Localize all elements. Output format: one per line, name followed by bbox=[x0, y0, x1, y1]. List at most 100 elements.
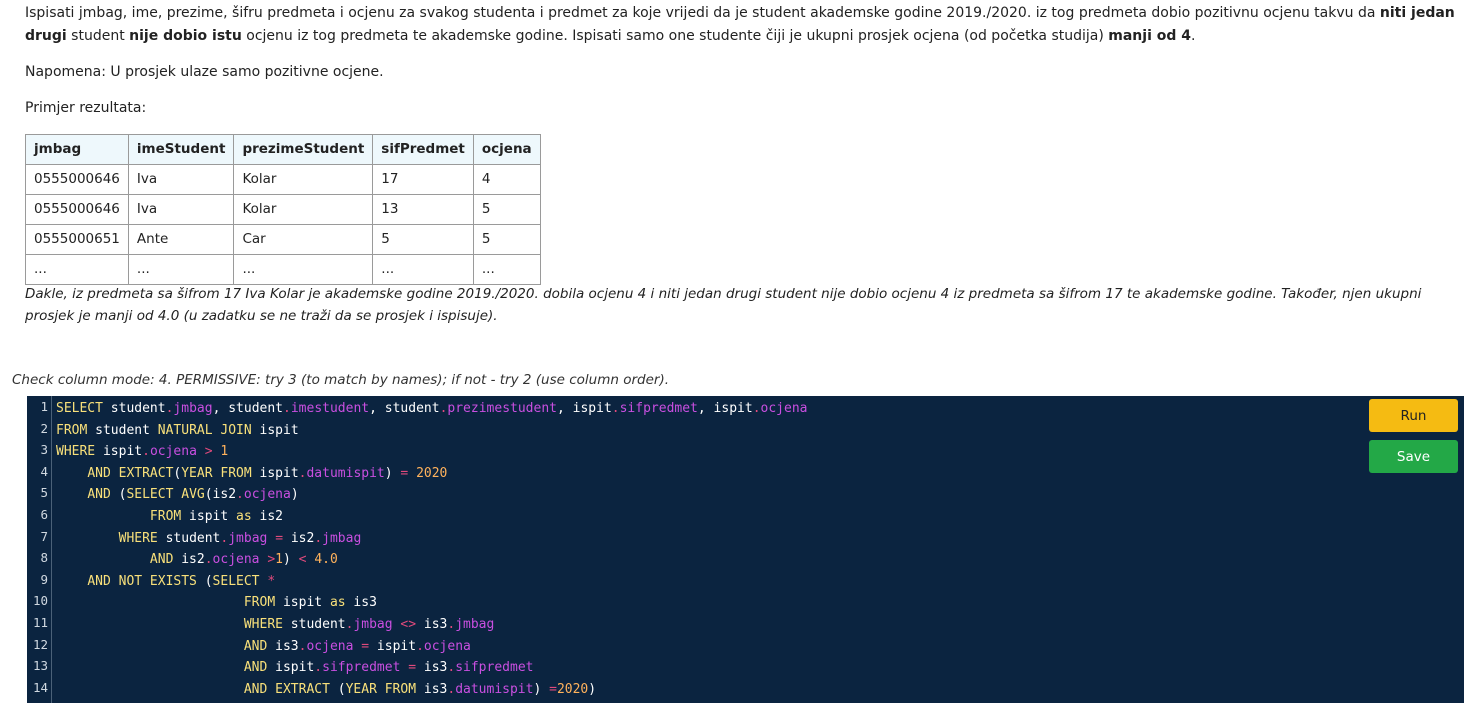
code-token: ispit bbox=[251, 465, 299, 481]
column-header-prezimeStudent: prezimeStudent bbox=[233, 134, 374, 165]
run-button[interactable]: Run bbox=[1369, 399, 1458, 432]
line-number: 9 bbox=[40, 571, 48, 587]
code-token: ocjena bbox=[760, 401, 808, 416]
code-token: ) bbox=[533, 681, 550, 697]
code-token: sifpredmet bbox=[619, 401, 698, 416]
code-line[interactable]: FROM ispit as is3 bbox=[56, 592, 807, 614]
code-token: * bbox=[267, 573, 276, 589]
code-token: AND bbox=[243, 660, 268, 676]
code-token: . bbox=[142, 444, 150, 460]
line-number: 11 bbox=[32, 614, 48, 630]
code-token: sifpredmet bbox=[322, 660, 401, 676]
code-token: = bbox=[361, 638, 370, 654]
table-cell: 0555000651 bbox=[25, 224, 129, 255]
code-token: 2020 bbox=[556, 681, 589, 697]
line-number: 1 bbox=[40, 399, 48, 414]
example-label: Primjer rezultata: bbox=[25, 100, 147, 116]
code-line[interactable]: FROM student NATURAL JOIN ispit bbox=[56, 420, 807, 442]
code-line[interactable]: WHERE student.jmbag <> is3.jmbag bbox=[56, 614, 807, 636]
code-token: imestudent bbox=[290, 401, 370, 416]
code-token: AND EXTRACT bbox=[243, 681, 330, 697]
code-token: AND NOT EXISTS bbox=[87, 573, 197, 589]
line-number: 8 bbox=[40, 550, 48, 566]
code-content[interactable]: SELECT student.jmbag, student.imestudent… bbox=[56, 398, 807, 700]
check-column-mode: Check column mode: 4. PERMISSIVE: try 3 … bbox=[12, 372, 669, 388]
code-token: 1 bbox=[275, 552, 283, 568]
sql-code-editor[interactable]: 1 2 3 4 5 6 7 8 9 10 11 12 13 14 SELECT student.jmbag… bbox=[27, 396, 1464, 703]
code-token: student bbox=[282, 616, 346, 632]
code-line[interactable]: AND ispit.sifpredmet = is3.sifpredmet bbox=[56, 657, 807, 679]
intro-text: . bbox=[1191, 28, 1196, 44]
code-token: is3 bbox=[267, 638, 299, 654]
code-token: prezimestudent bbox=[447, 401, 557, 416]
code-token: > bbox=[267, 552, 276, 568]
intro-emphasis: manji od 4 bbox=[1108, 28, 1191, 44]
code-token: WHERE bbox=[56, 444, 96, 460]
code-token: datumispit bbox=[306, 465, 385, 481]
table-row: 0555000646 Iva Kolar 13 5 bbox=[25, 194, 541, 225]
table-cell: 13 bbox=[372, 194, 474, 225]
code-token: SELECT bbox=[56, 401, 103, 416]
code-token: student bbox=[87, 422, 158, 438]
line-number: 7 bbox=[40, 528, 48, 544]
code-line[interactable]: AND EXTRACT(YEAR FROM ispit.datumispit) … bbox=[56, 463, 807, 485]
column-header-jmbag: jmbag bbox=[25, 134, 129, 165]
code-token: AND EXTRACT bbox=[87, 465, 174, 481]
code-token: SELECT bbox=[212, 573, 260, 589]
code-token: student bbox=[102, 401, 166, 416]
code-token: ocjena bbox=[306, 638, 354, 654]
line-number: 14 bbox=[32, 679, 48, 695]
code-token: is3 bbox=[345, 595, 377, 611]
table-body: 0555000646 Iva Kolar 17 4 0555000646 Iva Kolar 1… bbox=[25, 164, 541, 285]
intro-text: Ispisati jmbag, ime, prezime, šifru pred… bbox=[25, 5, 1380, 21]
code-token: is3 bbox=[416, 681, 448, 697]
code-token: . bbox=[236, 487, 244, 503]
code-token: FROM bbox=[56, 422, 88, 438]
table-cell: ... bbox=[25, 254, 129, 285]
code-line[interactable]: WHERE ispit.ocjena > 1 bbox=[56, 441, 807, 463]
table-row: 0555000646 Iva Kolar 17 4 bbox=[25, 164, 541, 195]
code-token: NATURAL JOIN bbox=[157, 422, 252, 438]
code-token: , ispit bbox=[697, 401, 753, 416]
line-number: 13 bbox=[32, 658, 48, 674]
code-token: WHERE bbox=[243, 616, 283, 632]
table-header-row: jmbag imeStudent prezimeStudent sifPredmet o… bbox=[25, 134, 541, 165]
table-cell: ... bbox=[127, 254, 235, 285]
code-line[interactable]: FROM ispit as is2 bbox=[56, 506, 807, 528]
code-token: ispit bbox=[251, 422, 299, 438]
code-line[interactable]: AND NOT EXISTS (SELECT * bbox=[56, 571, 807, 593]
code-line[interactable]: AND is2.ocjena >1) < 4.0 bbox=[56, 549, 807, 571]
code-line[interactable]: WHERE student.jmbag = is2.jmbag bbox=[56, 528, 807, 550]
code-token: , student bbox=[212, 401, 284, 416]
table-cell: Kolar bbox=[233, 164, 374, 195]
code-token: sifpredmet bbox=[455, 660, 534, 676]
code-line[interactable]: AND is3.ocjena = ispit.ocjena bbox=[56, 636, 807, 658]
code-line[interactable]: SELECT student.jmbag, student.imestudent… bbox=[56, 398, 807, 420]
code-token: <> bbox=[400, 616, 417, 632]
table-row: ............... bbox=[25, 254, 541, 285]
code-token: > bbox=[204, 444, 213, 460]
code-token: FROM bbox=[243, 595, 276, 611]
code-token: . bbox=[752, 401, 761, 416]
code-token: 4.0 bbox=[314, 552, 338, 568]
code-token: is2 bbox=[251, 508, 284, 524]
table-cell: 5 bbox=[472, 194, 541, 225]
code-token: is2 bbox=[283, 530, 315, 546]
table-cell: 5 bbox=[372, 224, 474, 255]
code-token: = bbox=[549, 681, 557, 697]
table-cell: 5 bbox=[472, 224, 541, 255]
code-token: ocjena bbox=[149, 444, 197, 460]
table-cell: 0555000646 bbox=[25, 164, 129, 195]
code-token: 1 bbox=[220, 444, 229, 460]
code-line[interactable]: AND (SELECT AVG(is2.ocjena) bbox=[56, 484, 807, 506]
save-button[interactable]: Save bbox=[1369, 440, 1458, 473]
code-token: YEAR FROM bbox=[181, 465, 252, 481]
code-line[interactable]: AND EXTRACT (YEAR FROM is3.datumispit) =… bbox=[56, 679, 807, 701]
